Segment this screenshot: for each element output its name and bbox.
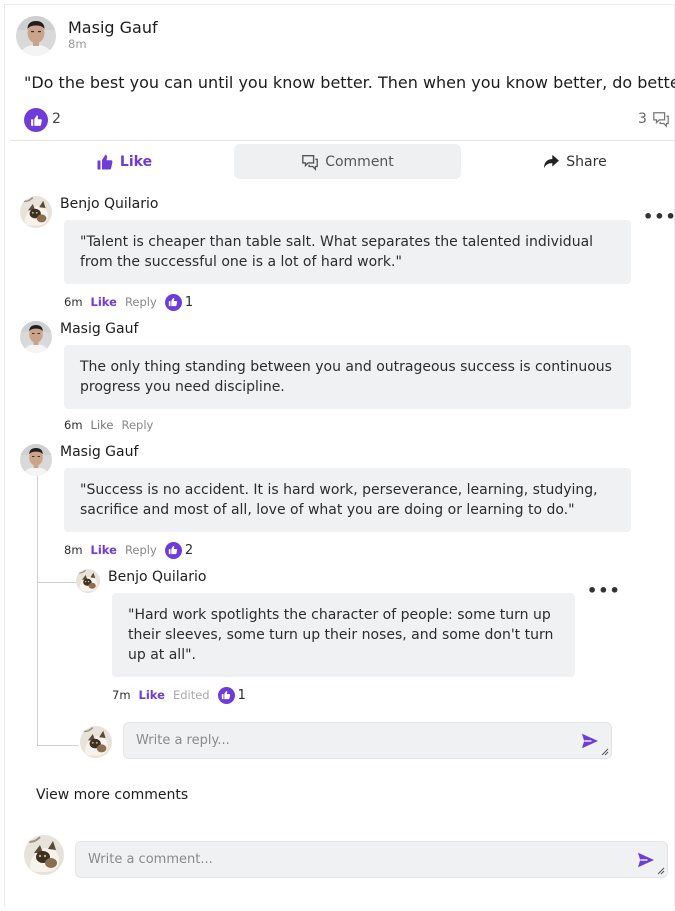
send-icon[interactable] xyxy=(637,852,655,868)
more-icon[interactable]: ••• xyxy=(587,581,621,600)
comment-icon xyxy=(302,154,319,171)
post-author-avatar[interactable] xyxy=(16,16,56,56)
comment-button-label: Comment xyxy=(325,153,394,170)
post-author-name[interactable]: Masig Gauf xyxy=(68,18,158,37)
thread-branch xyxy=(37,745,79,746)
view-more-comments-link[interactable]: View more comments xyxy=(36,787,188,803)
comment-count-icon[interactable] xyxy=(652,110,670,128)
comment-bubble: "Success is no accident. It is hard work… xyxy=(64,468,631,532)
like-button-label: Like xyxy=(119,153,153,170)
comment-input[interactable] xyxy=(76,842,667,877)
reply-input[interactable] xyxy=(124,723,611,758)
comment-avatar[interactable] xyxy=(20,444,52,476)
share-button-label: Share xyxy=(566,153,607,170)
comment-time: 6m xyxy=(64,295,83,309)
comment-reactions[interactable]: 1 xyxy=(164,293,194,311)
reply-edited-label: Edited xyxy=(172,688,210,702)
thread-branch xyxy=(37,582,77,583)
comment-bubble: "Talent is cheaper than table salt. What… xyxy=(64,220,631,284)
more-icon[interactable]: ••• xyxy=(643,207,675,226)
comment-button[interactable]: Comment xyxy=(234,144,461,179)
thumbs-up-icon xyxy=(96,153,114,171)
resize-grip-icon[interactable] xyxy=(601,748,609,756)
comment-author[interactable]: Benjo Quilario xyxy=(60,196,158,212)
comment-reactions[interactable]: 2 xyxy=(164,541,194,559)
comment-like-link[interactable]: Like xyxy=(91,418,114,432)
thumbs-up-icon xyxy=(164,541,182,559)
comment-reply-link[interactable]: Reply xyxy=(125,543,157,557)
like-button[interactable]: Like xyxy=(84,144,164,179)
reply-like-link[interactable]: Like xyxy=(139,688,165,702)
current-user-avatar[interactable] xyxy=(24,835,64,875)
divider xyxy=(10,140,675,141)
comment-reply-link[interactable]: Reply xyxy=(125,295,157,309)
send-icon[interactable] xyxy=(581,733,599,749)
comment-bubble: The only thing standing between you and … xyxy=(64,345,631,409)
post-text: "Do the best you can until you know bett… xyxy=(24,73,675,92)
reply-reaction-count: 1 xyxy=(237,687,246,703)
resize-grip-icon[interactable] xyxy=(657,867,665,875)
reply-meta: 7m Like Edited 1 xyxy=(112,686,246,704)
reply-input-box[interactable] xyxy=(123,722,612,759)
thumbs-up-icon xyxy=(217,686,235,704)
comment-meta: 6m Like Reply xyxy=(64,416,153,434)
reply-bubble: "Hard work spotlights the character of p… xyxy=(112,593,575,677)
comment-reaction-count: 2 xyxy=(184,542,194,558)
share-button[interactable]: Share xyxy=(535,144,615,179)
reply-author[interactable]: Benjo Quilario xyxy=(108,569,206,585)
reply-time: 7m xyxy=(112,688,131,702)
comment-like-link[interactable]: Like xyxy=(91,295,117,309)
comment-meta: 6m Like Reply 1 xyxy=(64,293,193,311)
comment-avatar[interactable] xyxy=(20,321,52,353)
reply-avatar[interactable] xyxy=(76,569,100,593)
share-icon xyxy=(544,154,560,169)
comment-author[interactable]: Masig Gauf xyxy=(60,321,138,337)
comment-time: 6m xyxy=(64,418,83,432)
thumbs-up-icon xyxy=(30,114,43,127)
post-like-count: 2 xyxy=(52,111,61,127)
thumbs-up-icon xyxy=(164,293,182,311)
comment-like-link[interactable]: Like xyxy=(91,543,117,557)
current-user-avatar[interactable] xyxy=(80,726,112,758)
like-reaction-badge[interactable] xyxy=(24,108,48,132)
comment-time: 8m xyxy=(64,543,83,557)
thread-line xyxy=(37,476,38,746)
post-comment-count[interactable]: 3 xyxy=(638,111,647,127)
comment-reply-link[interactable]: Reply xyxy=(121,418,153,432)
comment-reaction-count: 1 xyxy=(184,294,194,310)
comment-avatar[interactable] xyxy=(20,196,52,228)
comment-author[interactable]: Masig Gauf xyxy=(60,444,138,460)
comment-meta: 8m Like Reply 2 xyxy=(64,541,193,559)
post-time: 8m xyxy=(68,37,87,51)
comment-input-box[interactable] xyxy=(75,841,668,878)
reply-reactions[interactable]: 1 xyxy=(217,686,246,704)
